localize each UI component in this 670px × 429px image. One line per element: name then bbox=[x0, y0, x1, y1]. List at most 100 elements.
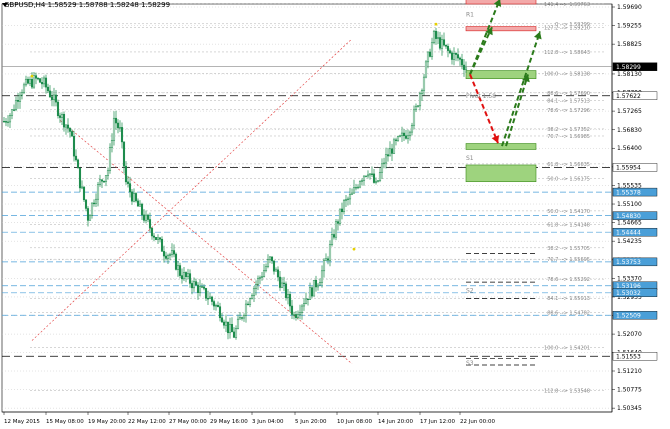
candle-body bbox=[166, 255, 170, 259]
candle-body bbox=[68, 127, 72, 132]
candle-body bbox=[422, 76, 426, 91]
pivot-label: S1 bbox=[466, 155, 474, 162]
candle-body bbox=[110, 139, 114, 148]
candle-body bbox=[144, 214, 148, 221]
candle-body bbox=[276, 269, 280, 278]
candle-body bbox=[342, 200, 346, 213]
candle-body bbox=[146, 214, 150, 220]
candle-body bbox=[204, 288, 208, 299]
price-tick-label: 1.58825 bbox=[617, 41, 642, 48]
candle-body bbox=[390, 148, 394, 154]
swing-marker bbox=[30, 74, 34, 78]
arrow-down-to-mid[interactable] bbox=[469, 74, 499, 144]
candle-body bbox=[14, 99, 18, 111]
candle-body bbox=[194, 281, 198, 286]
horizontal-levels bbox=[2, 3, 612, 391]
fib-label: 141.4 --> 1.59763 bbox=[544, 2, 590, 8]
candle-body bbox=[80, 186, 84, 189]
candle-body bbox=[158, 237, 162, 240]
time-axis[interactable]: 12 May 2015 15 May 08:00 19 May 20:00 22 Ma… bbox=[2, 411, 612, 425]
candle-body bbox=[308, 287, 312, 300]
fib-label: 84.1 --> 1.57513 bbox=[547, 98, 590, 104]
candle-body bbox=[336, 221, 340, 224]
candle-body bbox=[56, 101, 60, 116]
candle-body bbox=[258, 277, 262, 279]
candle-body bbox=[262, 270, 266, 277]
candle-body bbox=[352, 187, 356, 194]
candle-body bbox=[18, 94, 22, 102]
downtrend-line[interactable] bbox=[59, 120, 353, 364]
candle-body bbox=[298, 312, 302, 315]
candle-body bbox=[20, 92, 24, 96]
candle-body bbox=[82, 186, 86, 201]
candle-body bbox=[4, 121, 8, 123]
candle-body bbox=[72, 136, 76, 157]
candle-body bbox=[452, 53, 456, 60]
candle-body bbox=[460, 59, 464, 66]
fib-label: 88.6 --> 1.57690 bbox=[547, 91, 590, 97]
candle-body bbox=[160, 238, 164, 252]
candle-body bbox=[52, 94, 56, 100]
candle-body bbox=[242, 315, 246, 319]
candlesticks bbox=[2, 22, 468, 340]
candle-body bbox=[446, 45, 450, 51]
candle-body bbox=[410, 124, 414, 133]
candle-body bbox=[224, 321, 228, 326]
chart-header: GBPUSD,H4 1.58529 1.58788 1.58248 1.5829… bbox=[4, 1, 171, 9]
candle-body bbox=[238, 317, 242, 320]
price-axis[interactable]: 1.596901.592551.588251.581301.577001.572… bbox=[611, 0, 658, 412]
price-box-label: 1.58299 bbox=[616, 64, 641, 71]
candle-body bbox=[330, 234, 334, 245]
candle-body bbox=[10, 109, 14, 116]
arrow-up-to-pivot[interactable] bbox=[505, 74, 529, 147]
zone-r1-red[interactable] bbox=[465, 26, 537, 32]
candle-body bbox=[372, 173, 376, 183]
candle-body bbox=[148, 219, 152, 229]
swing-marker bbox=[434, 22, 438, 26]
pivot-label: Pivot 1.58 bbox=[466, 93, 496, 100]
candle-body bbox=[326, 258, 330, 261]
candle-body bbox=[64, 124, 68, 128]
candle-body bbox=[376, 180, 380, 182]
grid-lines bbox=[1, 3, 613, 413]
candle-body bbox=[42, 77, 46, 85]
price-box-label: 1.54830 bbox=[616, 213, 641, 220]
candle-body bbox=[226, 321, 230, 334]
candle-body bbox=[316, 284, 320, 288]
zone-mid-green[interactable] bbox=[465, 143, 537, 150]
candle-body bbox=[296, 314, 300, 318]
candle-body bbox=[264, 266, 268, 271]
candle-body bbox=[112, 117, 116, 141]
price-tick-label: 1.56400 bbox=[617, 145, 642, 152]
candle-body bbox=[232, 331, 236, 338]
candle-body bbox=[266, 259, 270, 267]
price-chart[interactable]: 141.4 --> 1.59763127.2 --> 1.592100 --> … bbox=[0, 0, 670, 429]
zone-s1-green[interactable] bbox=[465, 164, 537, 183]
candle-body bbox=[178, 265, 182, 276]
candle-body bbox=[162, 251, 166, 257]
fib-label: 78.6 --> 1.57296 bbox=[547, 108, 590, 114]
candle-body bbox=[228, 324, 232, 334]
time-tick-label: 29 May 16:00 bbox=[210, 419, 248, 425]
price-box-label: 1.55378 bbox=[616, 189, 641, 196]
candle-body bbox=[440, 39, 444, 49]
candle-body bbox=[200, 286, 204, 288]
candle-body bbox=[368, 173, 372, 176]
candle-body bbox=[230, 324, 234, 333]
candle-body bbox=[404, 135, 408, 139]
candle-body bbox=[74, 155, 78, 161]
candle-body bbox=[334, 221, 338, 238]
fib-label: 100.0 --> 1.58138 bbox=[544, 72, 590, 78]
candle-body bbox=[28, 79, 32, 84]
arrow-up-to-r1[interactable] bbox=[469, 26, 493, 75]
candle-body bbox=[282, 282, 286, 285]
zone-top-red[interactable] bbox=[465, 0, 537, 5]
candle-body bbox=[184, 272, 188, 278]
candle-body bbox=[222, 321, 226, 326]
candle-body bbox=[250, 295, 254, 300]
chart-window[interactable]: 141.4 --> 1.59763 127.2 --> 1.59210 0 --> … bbox=[0, 0, 670, 429]
candle-body bbox=[98, 179, 102, 185]
candle-body bbox=[328, 244, 332, 261]
time-tick-label: 12 May 2015 bbox=[4, 419, 40, 425]
candle-body bbox=[214, 305, 218, 307]
